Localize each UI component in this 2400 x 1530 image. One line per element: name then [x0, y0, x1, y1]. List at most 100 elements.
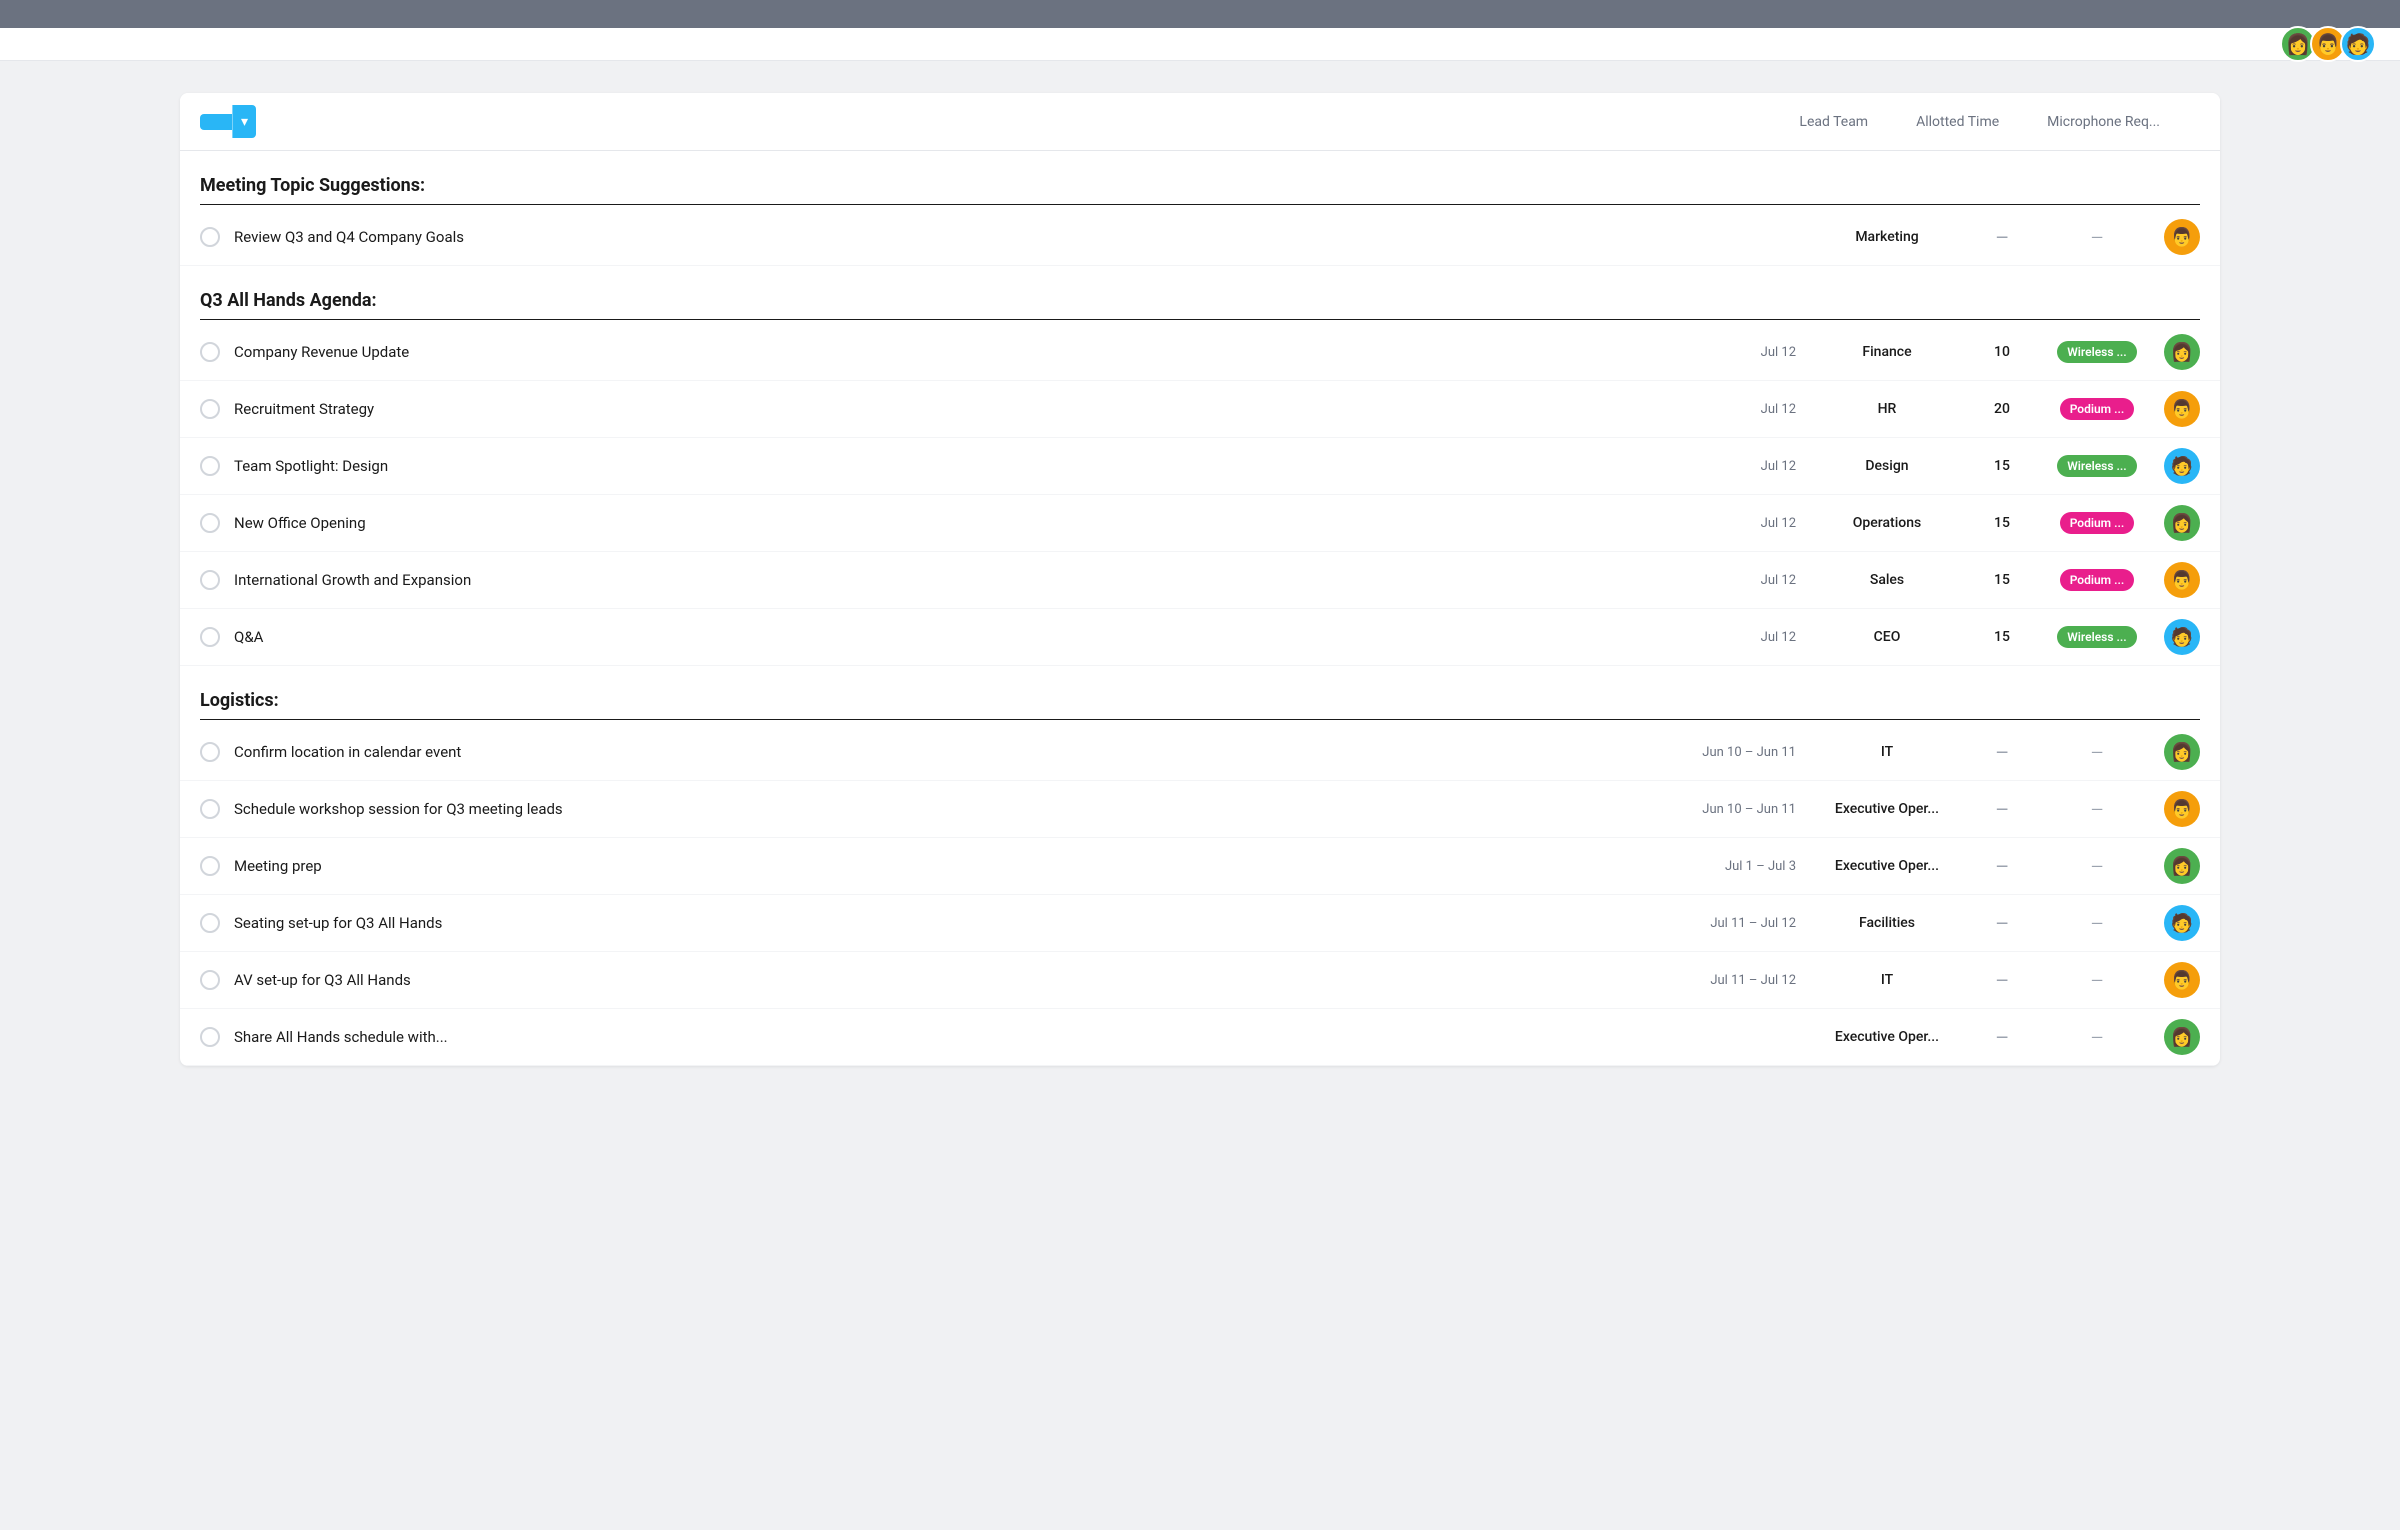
task-date: Jul 1 – Jul 3: [1676, 859, 1796, 874]
task-avatar: 👩: [2164, 334, 2200, 370]
task-checkbox[interactable]: [200, 399, 220, 419]
header-avatar: 🧑: [2340, 26, 2376, 62]
add-task-button[interactable]: [200, 114, 232, 130]
task-avatar: 👩: [2164, 505, 2200, 541]
task-lead: Executive Oper...: [1812, 858, 1962, 874]
task-date: Jul 11 – Jul 12: [1676, 916, 1796, 931]
main-content: ▾ Lead TeamAllotted TimeMicrophone Req..…: [0, 61, 2400, 1098]
task-avatar: 👨: [2164, 219, 2200, 255]
toolbar: ▾ Lead TeamAllotted TimeMicrophone Req..…: [180, 93, 2220, 151]
task-avatar: 🧑: [2164, 619, 2200, 655]
section-title: Q3 All Hands Agenda:: [200, 290, 2200, 311]
task-row: Confirm location in calendar eventJun 10…: [180, 724, 2220, 781]
task-date: Jul 12: [1676, 516, 1796, 531]
task-row: Seating set-up for Q3 All HandsJul 11 – …: [180, 895, 2220, 952]
task-date: Jul 12: [1676, 630, 1796, 645]
task-name: Confirm location in calendar event: [234, 743, 1676, 761]
task-lead: Finance: [1812, 344, 1962, 360]
task-time: —: [1962, 914, 2042, 933]
task-name: Schedule workshop session for Q3 meeting…: [234, 800, 1676, 818]
task-name: Review Q3 and Q4 Company Goals: [234, 228, 1676, 246]
task-checkbox[interactable]: [200, 970, 220, 990]
task-time: 15: [1962, 458, 2042, 474]
task-date: Jun 10 – Jun 11: [1676, 802, 1796, 817]
task-time: 15: [1962, 572, 2042, 588]
task-time: —: [1962, 857, 2042, 876]
task-time: —: [1962, 971, 2042, 990]
task-avatar: 👨: [2164, 962, 2200, 998]
mic-badge[interactable]: Podium ...: [2060, 569, 2135, 591]
task-container: ▾ Lead TeamAllotted TimeMicrophone Req..…: [180, 93, 2220, 1066]
section-title: Logistics:: [200, 690, 2200, 711]
task-mic: —: [2042, 743, 2152, 762]
section-title: Meeting Topic Suggestions:: [200, 175, 2200, 196]
task-checkbox[interactable]: [200, 799, 220, 819]
task-row: AV set-up for Q3 All HandsJul 11 – Jul 1…: [180, 952, 2220, 1009]
header-avatars: 👩👨🧑: [2280, 26, 2376, 62]
task-checkbox[interactable]: [200, 913, 220, 933]
task-lead: IT: [1812, 744, 1962, 760]
add-task-dropdown-button[interactable]: ▾: [232, 105, 256, 138]
task-row: International Growth and ExpansionJul 12…: [180, 552, 2220, 609]
task-checkbox[interactable]: [200, 742, 220, 762]
task-date: Jun 10 – Jun 11: [1676, 745, 1796, 760]
task-checkbox[interactable]: [200, 227, 220, 247]
task-date: Jul 11 – Jul 12: [1676, 973, 1796, 988]
task-time: —: [1962, 1028, 2042, 1047]
section-header-meeting-topic-suggestions: Meeting Topic Suggestions:: [180, 151, 2220, 204]
task-name: Seating set-up for Q3 All Hands: [234, 914, 1676, 932]
task-row: Review Q3 and Q4 Company GoalsMarketing—…: [180, 209, 2220, 266]
toolbar-column-lead-team: Lead Team: [1799, 114, 1868, 130]
task-avatar: 👨: [2164, 391, 2200, 427]
task-mic: —: [2042, 800, 2152, 819]
task-date: Jul 12: [1676, 459, 1796, 474]
task-mic: Podium ...: [2042, 512, 2152, 534]
task-checkbox[interactable]: [200, 513, 220, 533]
section-header-q3-all-hands-agenda: Q3 All Hands Agenda:: [180, 266, 2220, 319]
toolbar-column-microphone-req: Microphone Req...: [2047, 114, 2160, 130]
task-date: Jul 12: [1676, 402, 1796, 417]
task-mic: —: [2042, 857, 2152, 876]
task-mic: Wireless ...: [2042, 626, 2152, 648]
task-checkbox[interactable]: [200, 627, 220, 647]
top-bar: [0, 0, 2400, 28]
task-checkbox[interactable]: [200, 570, 220, 590]
task-name: International Growth and Expansion: [234, 571, 1676, 589]
task-row: Company Revenue UpdateJul 12Finance10Wir…: [180, 324, 2220, 381]
mic-badge[interactable]: Podium ...: [2060, 398, 2135, 420]
section-divider: [200, 719, 2200, 720]
task-checkbox[interactable]: [200, 456, 220, 476]
task-name: Meeting prep: [234, 857, 1676, 875]
task-avatar: 👩: [2164, 734, 2200, 770]
task-time: —: [1962, 228, 2042, 247]
task-lead: IT: [1812, 972, 1962, 988]
task-checkbox[interactable]: [200, 1027, 220, 1047]
mic-badge[interactable]: Wireless ...: [2057, 455, 2136, 477]
header: 👩👨🧑: [0, 28, 2400, 61]
task-name: Share All Hands schedule with...: [234, 1028, 1676, 1046]
task-mic: —: [2042, 1028, 2152, 1047]
task-name: Team Spotlight: Design: [234, 457, 1676, 475]
task-avatar: 👨: [2164, 562, 2200, 598]
task-mic: Wireless ...: [2042, 455, 2152, 477]
mic-badge[interactable]: Wireless ...: [2057, 341, 2136, 363]
section-header-logistics: Logistics:: [180, 666, 2220, 719]
mic-badge[interactable]: Wireless ...: [2057, 626, 2136, 648]
task-row: Meeting prepJul 1 – Jul 3 Executive Oper.…: [180, 838, 2220, 895]
task-time: 10: [1962, 344, 2042, 360]
mic-badge[interactable]: Podium ...: [2060, 512, 2135, 534]
task-name: New Office Opening: [234, 514, 1676, 532]
task-avatar: 👨: [2164, 791, 2200, 827]
task-mic: —: [2042, 228, 2152, 247]
task-time: 15: [1962, 515, 2042, 531]
task-name: Q&A: [234, 628, 1676, 646]
task-date: Jul 12: [1676, 573, 1796, 588]
task-checkbox[interactable]: [200, 856, 220, 876]
task-lead: Design: [1812, 458, 1962, 474]
task-checkbox[interactable]: [200, 342, 220, 362]
task-avatar: 👩: [2164, 1019, 2200, 1055]
task-time: —: [1962, 743, 2042, 762]
task-lead: Sales: [1812, 572, 1962, 588]
task-avatar: 🧑: [2164, 448, 2200, 484]
task-row: Team Spotlight: DesignJul 12 Design15 Wire…: [180, 438, 2220, 495]
